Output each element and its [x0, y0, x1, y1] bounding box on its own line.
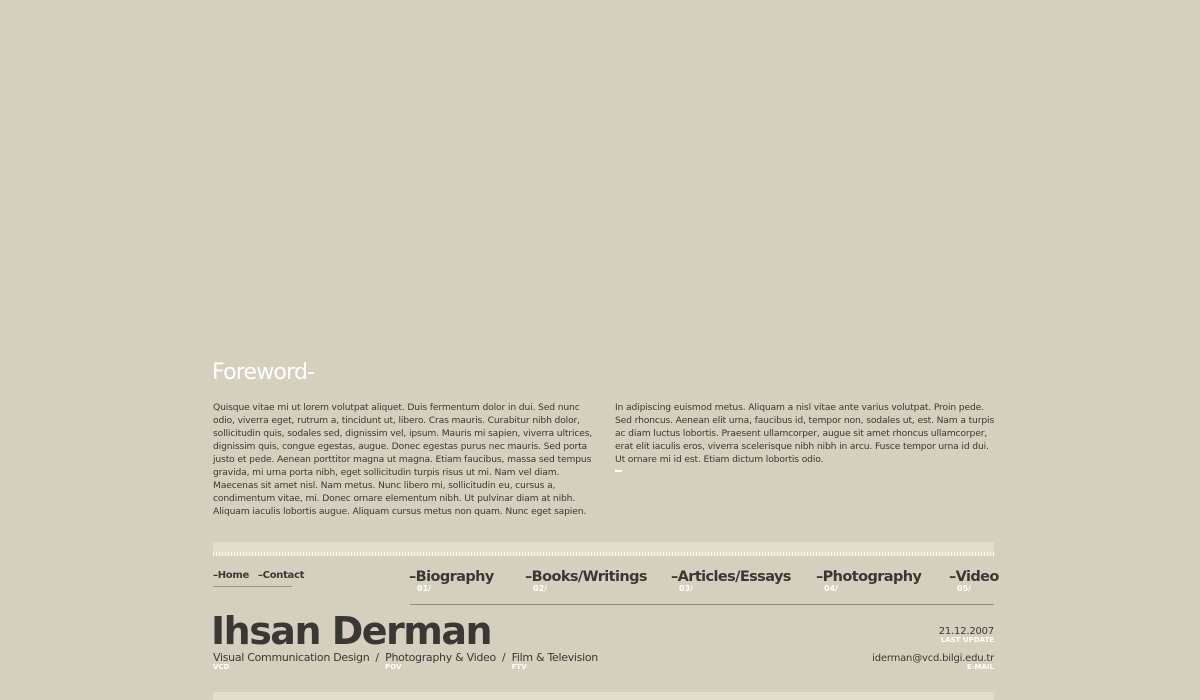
- nav-number: 02/: [533, 584, 548, 593]
- foreword-right-column: In adipiscing euismod metus. Aliquam a n…: [615, 402, 995, 465]
- nav-label: –Books/Writings: [525, 569, 647, 585]
- read-more-mark[interactable]: [615, 470, 622, 472]
- department-separator: /: [375, 651, 380, 664]
- department-separator: /: [501, 651, 506, 664]
- last-update-label: LAST UPDATE: [940, 636, 994, 644]
- nav-number: 03/: [679, 584, 694, 593]
- nav-number: 05/: [957, 584, 972, 593]
- department-vcd[interactable]: Visual Communication Design VCD: [213, 651, 370, 671]
- nav-item-books-writings[interactable]: –Books/Writings 02/: [525, 569, 647, 593]
- nav-number: 01/: [417, 584, 432, 593]
- foreword-title: Foreword-: [212, 360, 315, 385]
- nav-label: –Articles/Essays: [671, 569, 791, 585]
- email-label: E-MAIL: [966, 663, 994, 671]
- department-pov[interactable]: Photography & Video POV: [385, 651, 496, 671]
- nav-item-video[interactable]: –Video 05/: [949, 569, 999, 593]
- department-list: Visual Communication Design VCD / Photog…: [213, 651, 598, 671]
- main-nav-underline: [410, 604, 994, 605]
- department-abbr: VCD: [213, 663, 230, 671]
- nav-label: –Photography: [816, 569, 922, 585]
- site-name[interactable]: Ihsan Derman: [211, 609, 493, 653]
- last-update: 21.12.2007 LAST UPDATE: [939, 626, 994, 644]
- nav-item-articles-essays[interactable]: –Articles/Essays 03/: [671, 569, 791, 593]
- nav-item-photography[interactable]: –Photography 04/: [816, 569, 922, 593]
- nav-label: –Video: [949, 569, 999, 585]
- nav-item-biography[interactable]: –Biography 01/: [409, 569, 494, 593]
- home-link[interactable]: –Home: [213, 570, 249, 581]
- bottom-band: [213, 692, 994, 700]
- department-abbr: POV: [385, 663, 402, 671]
- department-abbr: FTV: [511, 663, 527, 671]
- utility-nav-underline: [213, 586, 292, 587]
- utility-nav: –Home –Contact: [213, 570, 304, 581]
- dotted-divider-band: [213, 542, 994, 556]
- department-ftv[interactable]: Film & Television FTV: [511, 651, 599, 671]
- nav-number: 04/: [824, 584, 839, 593]
- foreword-left-column: Quisque vitae mi ut lorem volutpat aliqu…: [213, 402, 593, 517]
- email-block: iderman@vcd.bilgi.edu.tr E-MAIL: [872, 653, 994, 671]
- nav-label: –Biography: [409, 569, 494, 585]
- contact-link[interactable]: –Contact: [258, 570, 304, 581]
